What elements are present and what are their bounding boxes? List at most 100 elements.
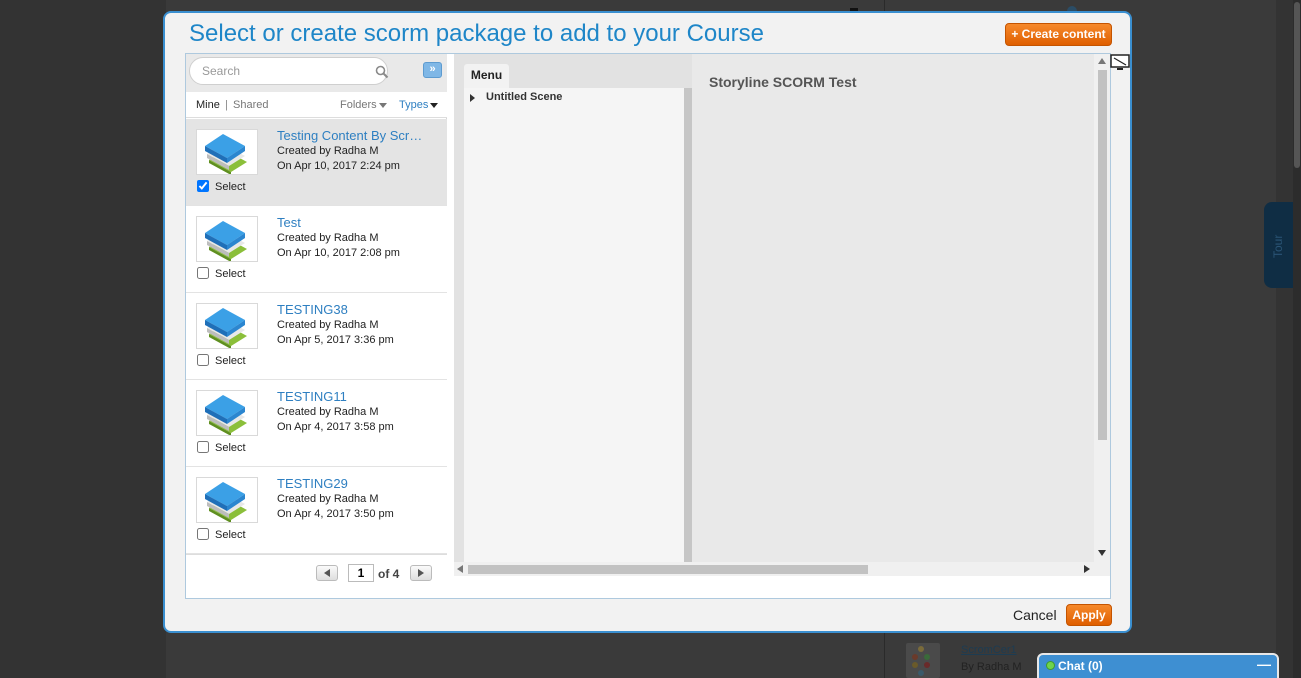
triangle-right-icon[interactable] xyxy=(470,94,475,102)
folders-label: Folders xyxy=(340,99,377,111)
double-chevron-right-icon[interactable]: » xyxy=(423,62,442,78)
background-thumbnail xyxy=(906,643,940,678)
triangle-left-icon xyxy=(324,569,330,577)
item-date: On Apr 10, 2017 2:24 pm xyxy=(277,160,400,172)
page-number-input[interactable] xyxy=(348,564,374,582)
list-item[interactable]: Select TESTING29 Created by Radha M On A… xyxy=(186,467,447,554)
apply-button[interactable]: Apply xyxy=(1066,604,1112,626)
chat-widget[interactable]: Chat (0) — xyxy=(1037,653,1279,678)
book-icon xyxy=(205,221,247,262)
scene-list: Untitled Scene xyxy=(464,88,684,562)
item-title-link[interactable]: TESTING38 xyxy=(277,302,437,317)
folders-dropdown[interactable]: Folders xyxy=(340,99,387,111)
item-author: Created by Radha M xyxy=(277,232,379,244)
select-label: Select xyxy=(215,181,246,193)
book-icon xyxy=(196,129,258,175)
filter-mine[interactable]: Mine xyxy=(196,99,220,111)
tour-tab: Tour xyxy=(1264,202,1294,288)
filter-shared[interactable]: Shared xyxy=(233,99,268,111)
caret-down-icon xyxy=(378,102,387,108)
scrollbar-thumb[interactable] xyxy=(468,565,868,574)
item-author: Created by Radha M xyxy=(277,319,379,331)
book-icon xyxy=(196,303,258,349)
tour-label: Tour xyxy=(1271,234,1285,258)
page-count: of 4 xyxy=(378,567,400,581)
menu-divider xyxy=(684,88,692,562)
content-list: Select Testing Content By Scr… Created b… xyxy=(186,119,447,554)
item-date: On Apr 4, 2017 3:58 pm xyxy=(277,421,394,433)
search-field[interactable] xyxy=(189,57,389,85)
create-content-button[interactable]: + Create content xyxy=(1005,23,1112,46)
select-checkbox[interactable] xyxy=(197,528,209,540)
online-status-icon xyxy=(1046,661,1055,670)
minimize-icon[interactable]: — xyxy=(1257,656,1271,672)
book-icon xyxy=(196,390,258,436)
preview-panel: Menu Untitled Scene Storyline SCORM Test xyxy=(448,54,1130,598)
select-label: Select xyxy=(215,529,246,541)
list-item[interactable]: Select Test Created by Radha M On Apr 10… xyxy=(186,206,447,293)
item-date: On Apr 4, 2017 3:50 pm xyxy=(277,508,394,520)
menu-tab[interactable]: Menu xyxy=(464,64,509,88)
book-icon xyxy=(196,216,258,262)
caret-down-icon xyxy=(430,102,439,108)
page-scrollbar xyxy=(1293,0,1301,678)
triangle-up-icon[interactable] xyxy=(1098,58,1106,64)
select-label: Select xyxy=(215,268,246,280)
filter-bar: Mine | Shared Folders Types xyxy=(186,92,447,118)
select-label: Select xyxy=(215,355,246,367)
scene-item[interactable]: Untitled Scene xyxy=(486,91,562,103)
background-item-title: ScromCer1 xyxy=(961,644,1017,656)
background-item-author: By Radha M xyxy=(961,661,1022,673)
types-label: Types xyxy=(399,99,429,111)
course-title: Storyline SCORM Test xyxy=(709,74,857,90)
dialog-body: » Mine | Shared Folders Types Select Tes… xyxy=(185,53,1130,599)
triangle-down-icon[interactable] xyxy=(1098,550,1106,556)
search-input[interactable] xyxy=(202,64,372,78)
triangle-left-icon[interactable] xyxy=(457,565,463,573)
item-title-link[interactable]: Test xyxy=(277,215,437,230)
filter-separator: | xyxy=(225,99,228,111)
list-item[interactable]: Select Testing Content By Scr… Created b… xyxy=(186,119,447,206)
search-icon[interactable] xyxy=(375,65,389,79)
scorm-picker-dialog: Select or create scorm package to add to… xyxy=(163,11,1132,633)
player-menu: Menu Untitled Scene xyxy=(454,54,692,562)
triangle-right-icon xyxy=(418,569,424,577)
item-author: Created by Radha M xyxy=(277,493,379,505)
chat-label[interactable]: Chat (0) xyxy=(1058,659,1103,673)
dialog-title: Select or create scorm package to add to… xyxy=(189,20,764,47)
scrollbar-corner xyxy=(1094,562,1110,576)
select-checkbox[interactable] xyxy=(197,180,209,192)
item-title-link[interactable]: TESTING29 xyxy=(277,476,437,491)
vertical-scrollbar[interactable] xyxy=(1094,54,1110,562)
content-list-panel: » Mine | Shared Folders Types Select Tes… xyxy=(186,54,447,598)
horizontal-scrollbar[interactable] xyxy=(454,562,1094,576)
book-icon xyxy=(205,308,247,349)
previous-page-button[interactable] xyxy=(316,565,338,581)
types-dropdown[interactable]: Types xyxy=(399,99,439,111)
player-stage: Storyline SCORM Test xyxy=(692,54,1094,562)
select-checkbox[interactable] xyxy=(197,354,209,366)
search-bar: » xyxy=(186,54,447,92)
list-item[interactable]: Select TESTING38 Created by Radha M On A… xyxy=(186,293,447,380)
next-page-button[interactable] xyxy=(410,565,432,581)
book-icon xyxy=(205,482,247,523)
item-date: On Apr 10, 2017 2:08 pm xyxy=(277,247,400,259)
book-icon xyxy=(205,134,247,175)
pagination: of 4 xyxy=(186,554,447,598)
item-author: Created by Radha M xyxy=(277,406,379,418)
select-checkbox[interactable] xyxy=(197,441,209,453)
scrollbar-thumb[interactable] xyxy=(1098,70,1107,440)
item-title-link[interactable]: Testing Content By Scr… xyxy=(277,128,437,143)
fullscreen-icon[interactable] xyxy=(1110,54,1130,71)
item-date: On Apr 5, 2017 3:36 pm xyxy=(277,334,394,346)
select-label: Select xyxy=(215,442,246,454)
triangle-right-icon[interactable] xyxy=(1084,565,1090,573)
cancel-button[interactable]: Cancel xyxy=(1013,607,1057,623)
select-checkbox[interactable] xyxy=(197,267,209,279)
book-icon xyxy=(205,395,247,436)
list-item[interactable]: Select TESTING11 Created by Radha M On A… xyxy=(186,380,447,467)
item-author: Created by Radha M xyxy=(277,145,379,157)
book-icon xyxy=(196,477,258,523)
item-title-link[interactable]: TESTING11 xyxy=(277,389,437,404)
scorm-preview-frame: Menu Untitled Scene Storyline SCORM Test xyxy=(454,54,1110,576)
